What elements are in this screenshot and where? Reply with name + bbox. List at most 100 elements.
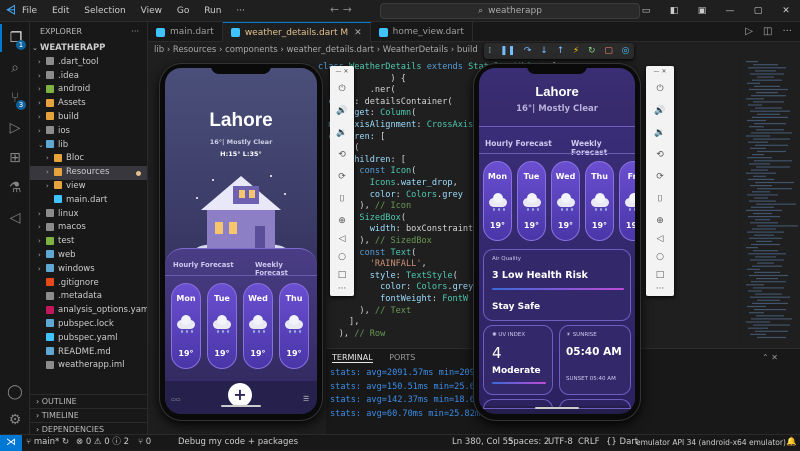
restart-icon[interactable]: ↻: [588, 46, 596, 56]
layout-icon[interactable]: ◧: [660, 6, 688, 16]
menu-go[interactable]: Go: [177, 6, 189, 16]
step-into-icon[interactable]: ↓: [540, 46, 548, 56]
rotate-left-icon[interactable]: ⟲: [646, 150, 674, 160]
tree-folder[interactable]: › .dart_tool: [30, 56, 147, 70]
minimap[interactable]: [742, 58, 800, 348]
add-button[interactable]: +: [228, 383, 252, 407]
tree-folder[interactable]: › android: [30, 83, 147, 97]
ports-status[interactable]: ⑂ 0: [138, 435, 151, 450]
day-card[interactable]: Fri 19°: [619, 161, 635, 241]
more-icon[interactable]: ···: [646, 284, 674, 294]
phone-screen[interactable]: Lahore 16°| Mostly Clear H:15° L:35° Hou…: [165, 68, 317, 414]
day-card[interactable]: Tue 19°: [517, 161, 546, 241]
menu-edit[interactable]: Edit: [52, 6, 69, 16]
timeline-section[interactable]: › TIMELINE: [30, 408, 147, 422]
menu-run[interactable]: Run: [204, 6, 221, 16]
more-icon[interactable]: ···: [330, 284, 354, 294]
cursor-position-status[interactable]: Ln 380, Col 55: [452, 435, 513, 450]
tree-file[interactable]: .gitignore: [30, 277, 147, 291]
back-icon[interactable]: ◁: [330, 234, 354, 244]
tab-home-view[interactable]: home_view.dart: [371, 22, 473, 42]
volume-down-icon[interactable]: 🔉: [330, 128, 354, 138]
back-icon[interactable]: ◁: [646, 234, 674, 244]
power-icon[interactable]: ⏻: [646, 84, 674, 94]
overview-icon[interactable]: □: [646, 270, 674, 280]
indentation-status[interactable]: Spaces: 2: [508, 435, 549, 450]
command-center-search[interactable]: ⌕ weatherapp: [380, 3, 640, 19]
camera-icon[interactable]: ⌷: [330, 194, 354, 204]
language-status[interactable]: {} Dart: [606, 435, 638, 450]
debug-config-status[interactable]: Debug my code + packages: [178, 435, 298, 450]
encoding-status[interactable]: UTF-8: [548, 435, 573, 450]
eol-status[interactable]: CRLF: [578, 435, 599, 450]
tab-terminal[interactable]: TERMINAL: [332, 353, 373, 363]
nav-arrows[interactable]: ← →: [330, 3, 352, 16]
search-icon[interactable]: ⌕: [0, 54, 30, 82]
more-icon[interactable]: ···: [782, 26, 792, 37]
settings-gear-icon[interactable]: ⚙: [0, 406, 30, 434]
testing-icon[interactable]: ⚗: [0, 174, 30, 202]
layout-icon[interactable]: ▣: [688, 6, 716, 16]
menu-view[interactable]: View: [141, 6, 162, 16]
rotate-left-icon[interactable]: ⟲: [330, 150, 354, 160]
run-debug-icon[interactable]: ▷: [0, 114, 30, 142]
source-control-icon[interactable]: ⑂: [0, 84, 30, 112]
tab-main-dart[interactable]: main.dart: [148, 22, 223, 42]
tree-folder[interactable]: › build: [30, 111, 147, 125]
tree-file[interactable]: main.dart: [30, 194, 147, 208]
panel-controls[interactable]: ⌃ ✕: [762, 349, 778, 367]
branch-status[interactable]: ⑂ main* ↻: [26, 435, 69, 450]
tree-folder[interactable]: › .idea: [30, 70, 147, 84]
flutter-icon[interactable]: ◁: [0, 204, 30, 232]
tab-weather-details[interactable]: weather_details.dart M ✕: [222, 22, 371, 42]
air-quality-card[interactable]: Air Quality 3 Low Health Risk Stay Safe: [483, 249, 631, 321]
zoom-icon[interactable]: ⊕: [646, 216, 674, 226]
day-card[interactable]: Wed 19°: [551, 161, 580, 241]
tree-folder[interactable]: › view: [30, 180, 147, 194]
phone-screen[interactable]: Lahore 16°| Mostly Clear Hourly Forecast…: [479, 68, 635, 414]
camera-icon[interactable]: ⌷: [646, 194, 674, 204]
day-card[interactable]: Thu 19°: [585, 161, 614, 241]
problems-status[interactable]: ⊗ 0 ⚠ 0 ⓘ 2: [76, 435, 129, 450]
devtools-icon[interactable]: ◎: [622, 46, 630, 56]
split-editor-icon[interactable]: ◫: [763, 26, 772, 37]
home-icon[interactable]: ○: [330, 252, 354, 262]
device-status[interactable]: emulator API 34 (android-x64 emulator): [636, 435, 786, 450]
location-icon[interactable]: ▭▭: [171, 397, 180, 403]
notifications-icon[interactable]: 🔔: [786, 435, 797, 450]
list-icon[interactable]: ☰: [303, 395, 309, 403]
tree-folder[interactable]: › web: [30, 249, 147, 263]
tree-root[interactable]: ⌄ WEATHERAPP: [30, 42, 147, 56]
tree-folder[interactable]: › test: [30, 235, 147, 249]
tree-folder[interactable]: › windows: [30, 263, 147, 277]
extensions-icon[interactable]: ⊞: [0, 144, 30, 172]
menu-selection[interactable]: Selection: [84, 6, 125, 16]
uv-index-card[interactable]: ✺ UV INDEX 4 Moderate: [483, 325, 553, 395]
run-icon[interactable]: ▷: [745, 26, 753, 37]
day-card[interactable]: Mon 19°: [171, 283, 201, 369]
tree-folder[interactable]: › Bloc: [30, 152, 147, 166]
day-card[interactable]: Mon 19°: [483, 161, 512, 241]
sunrise-card[interactable]: ☀ SUNRISE 05:40 AM SUNSET 05:40 AM: [559, 325, 631, 395]
tree-file[interactable]: README.md: [30, 346, 147, 360]
step-out-icon[interactable]: ↑: [557, 46, 565, 56]
hot-reload-icon[interactable]: ⚡: [573, 46, 579, 56]
more-icon[interactable]: ···: [131, 22, 139, 42]
tree-folder[interactable]: › Assets: [30, 97, 147, 111]
outline-section[interactable]: › OUTLINE: [30, 394, 147, 408]
step-over-icon[interactable]: ↷: [524, 46, 532, 56]
tree-file[interactable]: pubspec.lock: [30, 318, 147, 332]
close-icon[interactable]: ✕: [772, 6, 800, 16]
breadcrumb[interactable]: lib › Resources › components › weather_d…: [148, 42, 800, 58]
close-icon[interactable]: ✕: [354, 28, 362, 38]
tab-ports[interactable]: PORTS: [389, 353, 415, 362]
day-card[interactable]: Tue 19°: [207, 283, 237, 369]
tree-file[interactable]: pubspec.yaml: [30, 332, 147, 346]
menu-more[interactable]: ···: [236, 6, 245, 16]
drag-handle-icon[interactable]: ⁞: [488, 46, 491, 56]
remote-icon[interactable]: ⋊: [0, 435, 22, 451]
tree-folder[interactable]: ⌄ lib: [30, 139, 147, 153]
volume-down-icon[interactable]: 🔉: [646, 128, 674, 138]
stop-icon[interactable]: ▢: [604, 46, 613, 56]
menu-file[interactable]: File: [22, 6, 37, 16]
